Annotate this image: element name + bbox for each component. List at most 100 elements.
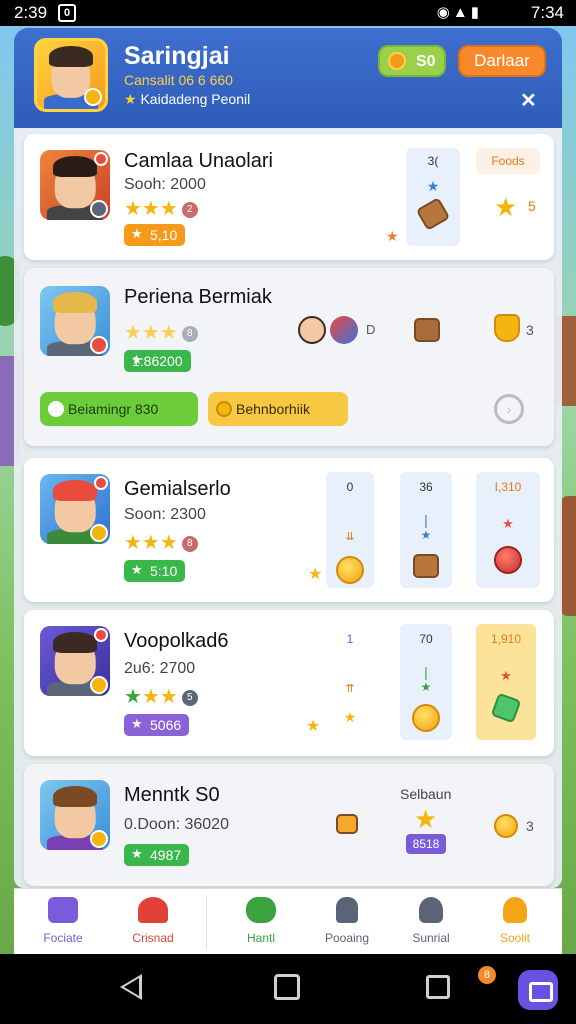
tab-fociate[interactable]: Fociate [18, 889, 108, 955]
tab-divider [206, 895, 207, 949]
gem-icon [490, 692, 522, 724]
star-icon: ★ [386, 228, 399, 244]
tab-pooaing[interactable]: Pooaing [302, 889, 392, 955]
shield-value: 3 [526, 322, 534, 338]
tab-crisnad[interactable]: Crisnad [108, 889, 198, 955]
star-icon: ★ [426, 178, 440, 194]
reward-pill: 5066 [124, 714, 190, 736]
ribbon-icon [138, 897, 168, 923]
coin-icon [336, 556, 364, 584]
star-icon: | [424, 512, 428, 528]
list-item[interactable]: Camlaa Unaolari Sooh: 2000 ★ ★ ★ 2 5,10 3( … [24, 134, 554, 260]
tab-label: Sunrial [412, 931, 450, 945]
friend-avatar-icon[interactable] [298, 316, 326, 344]
coin-counter[interactable]: S0 [378, 45, 446, 77]
list-item[interactable]: Gemialserlo Soon: 2300 ★★★8 5:10 ★ 0 ⇊ 3… [24, 458, 554, 602]
star-icon: ★ [494, 192, 518, 222]
item-column: 0 ⇊ [326, 472, 374, 588]
close-icon[interactable]: ✕ [520, 88, 537, 113]
table-icon [48, 897, 78, 923]
player-name: Periena Bermiak [124, 286, 272, 308]
player-avatar[interactable] [34, 38, 108, 112]
food-tag-label: Foods [491, 154, 525, 168]
player-score: 0.Doon: 36020 [124, 816, 229, 833]
star-icon: ★ [502, 516, 514, 531]
player-name: Camlaa Unaolari [124, 150, 273, 172]
star-icon: | [424, 664, 428, 680]
notification-badge: 8 [478, 966, 496, 984]
player-score: Sooh: 2000 [124, 176, 206, 193]
rating-badge: 8 [181, 326, 198, 342]
avatar [40, 474, 110, 544]
item-column: I,310 ★ [476, 472, 540, 588]
expand-button[interactable]: › [494, 394, 524, 424]
ball-icon [330, 316, 358, 344]
star-icon: ★ [420, 528, 432, 542]
tab-label: Pooaing [324, 931, 370, 945]
list-item[interactable]: Voopolkad6 2u6: 2700 ★★★5 5066 ★ 1 ⇈ ★ 7… [24, 610, 554, 756]
column-label: 1 [346, 632, 354, 646]
chip-green[interactable]: Beiamingr 830 [40, 392, 198, 426]
player-rank: ★ Kaidadeng Peonil [124, 91, 250, 108]
rating-badge: 2 [181, 202, 198, 218]
tab-hantl[interactable]: Hantl [216, 889, 306, 955]
tab-soolit[interactable]: Soolit [470, 889, 560, 955]
header-action-button[interactable]: Darlaar [458, 45, 546, 77]
crate-icon [414, 318, 440, 342]
recents-icon[interactable] [426, 975, 450, 999]
star-icon: ★ [308, 566, 323, 583]
chip-icon [48, 401, 64, 417]
tab-sunrial[interactable]: Sunrial [386, 889, 476, 955]
coin-value: 3 [526, 818, 534, 834]
player-name: Voopolkad6 [124, 630, 229, 652]
player-name: Gemialserlo [124, 478, 231, 500]
crate-icon [413, 554, 439, 578]
coin-icon [412, 704, 440, 732]
reward-pill: 5,10 [124, 224, 186, 246]
item-column: 70 | ★ [400, 624, 452, 740]
ice-cream-icon [415, 197, 451, 231]
profile-header: Saringjai Cansalit 06 6 660 ★ Kaidadeng … [14, 28, 562, 128]
app-shortcut-icon[interactable] [518, 970, 558, 1010]
star-icon: ★ [306, 718, 321, 735]
avatar [40, 626, 110, 696]
signal-wifi-battery-icons: ◉▲▮ [436, 4, 482, 21]
star-rating: ★★★ 8 [124, 530, 198, 555]
status-bar: 2:39 0 ◉▲▮ 7:34 [0, 0, 576, 26]
crate-icon [336, 814, 358, 834]
avatar [40, 780, 110, 850]
coin-icon [388, 52, 406, 70]
back-icon[interactable] [120, 974, 142, 1000]
star-icon: ★ [420, 680, 432, 694]
level-badge-icon [84, 88, 102, 106]
player-name: Saringjai [124, 42, 230, 70]
shield-icon [494, 314, 520, 342]
coin-icon [494, 814, 518, 838]
star-rating: ★★★ 5 [124, 684, 198, 709]
arrow-icon: ⇈ [345, 683, 355, 695]
star-icon: ★ [500, 668, 512, 683]
action-chips: Beiamingr 830 Behnborhiik [40, 392, 352, 426]
star-icon: ★ [124, 91, 137, 107]
avatar [40, 286, 110, 356]
player-rank-text: Kaidadeng Peonil [140, 91, 251, 107]
status-clock: 7:34 [530, 3, 564, 22]
lock-icon [336, 897, 358, 923]
item-column: 3( ★ [406, 148, 460, 246]
user-icon [419, 897, 443, 923]
player-score: Soon: 2300 [124, 506, 206, 523]
player-score: 2u6: 2700 [124, 660, 196, 677]
tab-label: Hantl [246, 931, 275, 945]
home-icon[interactable] [274, 974, 300, 1000]
chat-icon [246, 897, 276, 923]
tab-label: Crisnad [132, 931, 174, 945]
status-time: 2:39 [14, 3, 48, 22]
column-header: Selbaun [400, 786, 452, 802]
list-item[interactable]: Menntk S0 0.Doon: 36020 4987 Selbaun ★ 8… [24, 764, 554, 886]
chip-yellow[interactable]: Behnborhiik [208, 392, 348, 426]
column-label: 3( [427, 154, 439, 168]
food-tag[interactable]: Foods [476, 148, 540, 174]
column-label: 1,910 [490, 632, 522, 646]
bottom-tab-bar: Fociate Crisnad Hantl Pooaing Sunrial So… [14, 888, 562, 954]
column-label: 70 [419, 632, 433, 646]
